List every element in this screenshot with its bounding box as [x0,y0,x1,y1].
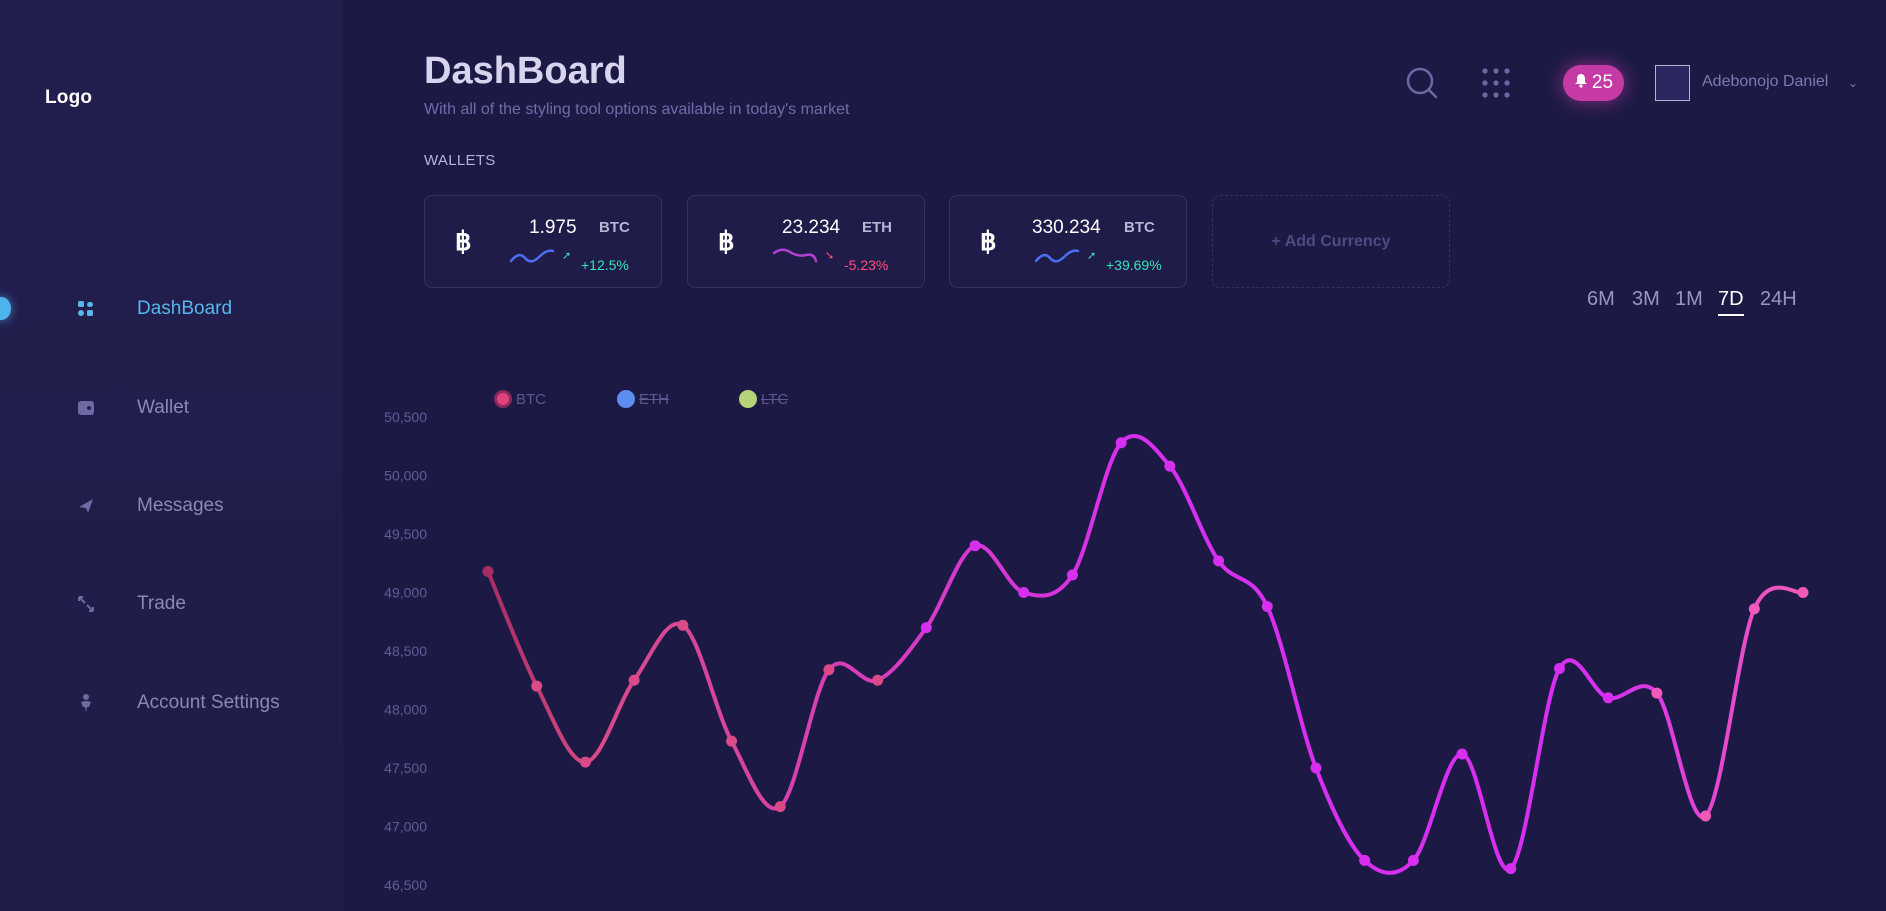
y-tick-label: 47,500 [384,760,427,776]
wallet-card-btc[interactable]: ฿ 1.975 BTC ➚ +12.5% [424,195,662,288]
wallet-card-eth[interactable]: ฿ 23.234 ETH ➘ -5.23% [687,195,925,288]
dashboard-icon [76,299,96,319]
user-name[interactable]: Adebonojo Daniel [1702,73,1828,91]
wallet-ticker: ETH [862,219,892,236]
y-tick-label: 50,000 [384,468,427,484]
sidebar-item-wallet[interactable]: Wallet [0,388,343,428]
wallet-change: +12.5% [581,257,629,273]
wallet-amount: 330.234 [1032,217,1101,238]
sidebar-item-account-settings[interactable]: Account Settings [0,683,343,723]
data-point[interactable] [774,801,786,813]
tab-1m[interactable]: 1M [1675,288,1703,311]
y-tick-label: 46,500 [384,877,427,893]
sidebar-item-label: DashBoard [137,298,233,319]
data-point[interactable] [1310,762,1322,774]
wallet-card-btc-2[interactable]: ฿ 330.234 BTC ➚ +39.69% [949,195,1187,288]
logo[interactable]: Logo [45,87,92,109]
sparkline [1034,249,1080,263]
price-chart: 50,500 50,000 49,500 49,000 48,500 48,000 47,5… [384,409,1809,893]
y-tick-label: 48,000 [384,702,427,718]
sidebar-item-label: Messages [137,495,224,516]
data-point[interactable] [1407,854,1419,866]
page-title: DashBoard [424,50,627,92]
y-tick-label: 48,500 [384,643,427,659]
arrow-up-icon: ➚ [562,250,572,262]
data-point[interactable] [1018,587,1030,598]
data-point[interactable] [1651,687,1663,699]
arrow-up-icon: ➚ [1087,250,1097,262]
data-point[interactable] [1797,587,1809,598]
bitcoin-icon: ฿ [455,226,472,256]
sidebar-item-messages[interactable]: Messages [0,486,343,526]
wallet-change: -5.23% [844,257,889,273]
data-point[interactable] [677,619,689,631]
data-point[interactable] [579,756,591,768]
bell-icon [1574,72,1588,94]
wallet-ticker: BTC [1124,219,1155,236]
wallet-amount: 1.975 [529,217,577,238]
exchange-icon [76,594,96,614]
add-currency-button[interactable]: + Add Currency [1212,195,1450,288]
data-point[interactable] [823,664,835,676]
arrow-down-icon: ➘ [825,250,835,262]
y-tick-label: 49,000 [384,585,427,601]
data-point[interactable] [1505,863,1517,875]
wallet-change: +39.69% [1106,257,1162,273]
data-point[interactable] [1261,601,1273,613]
data-point[interactable] [1748,603,1760,615]
search-icon[interactable] [1405,66,1439,100]
sidebar-item-label: Wallet [137,397,190,418]
grid-icon[interactable] [1481,68,1511,98]
wallet-ticker: BTC [599,219,630,236]
data-point[interactable] [1066,569,1078,581]
wallet-amount: 23.234 [782,217,841,238]
tab-24h[interactable]: 24H [1760,288,1797,311]
data-point[interactable] [872,674,884,686]
wallets-section-label: WALLETS [424,152,496,169]
data-point[interactable] [1164,460,1176,472]
chevron-down-icon[interactable]: ⌄ [1848,76,1858,90]
sidebar-item-dashboard[interactable]: DashBoard [0,289,343,329]
avatar[interactable] [1655,65,1690,101]
tab-6m[interactable]: 6M [1587,288,1615,311]
data-point[interactable] [482,565,494,577]
notification-count: 25 [1591,72,1614,93]
data-point[interactable] [1456,748,1468,760]
y-tick-label: 49,500 [384,526,427,542]
y-tick-label: 50,500 [384,409,427,425]
y-tick-label: 47,000 [384,819,427,835]
data-point[interactable] [531,680,543,692]
person-icon [76,693,96,713]
bitcoin-icon: ฿ [980,226,997,256]
wallet-icon [76,398,96,418]
bitcoin-icon: ฿ [718,226,735,256]
data-point[interactable] [1213,555,1225,567]
data-point[interactable] [1700,810,1712,822]
sidebar-item-label: Trade [137,593,186,614]
data-point[interactable] [920,622,932,634]
notification-button[interactable]: 25 [1563,65,1624,101]
series-line-btc [486,434,1805,875]
tab-3m[interactable]: 3M [1632,288,1660,311]
data-point[interactable] [1553,663,1565,675]
data-point[interactable] [628,674,640,686]
sparkline [772,248,818,263]
data-point[interactable] [1115,437,1127,449]
data-point[interactable] [1359,854,1371,866]
data-point[interactable] [969,540,981,552]
tab-7d[interactable]: 7D [1718,288,1744,316]
data-point[interactable] [726,735,738,747]
sparkline [509,249,555,263]
sidebar-item-label: Account Settings [137,692,280,713]
sidebar: Logo DashBoard Wallet Messages Trade Acc… [0,0,343,911]
sidebar-item-trade[interactable]: Trade [0,584,343,624]
send-icon [76,496,96,516]
data-point[interactable] [1602,692,1614,704]
page-subtitle: With all of the styling tool options ava… [424,101,850,118]
